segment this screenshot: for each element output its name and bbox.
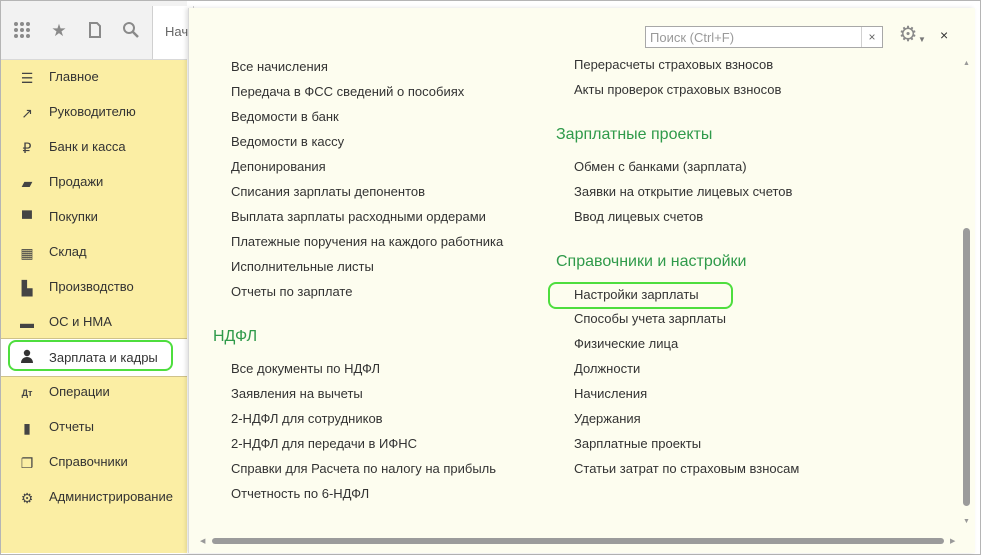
menu-link[interactable]: Депонирования (231, 159, 326, 174)
sidebar-item-operations[interactable]: Дт Операции (1, 375, 187, 410)
sidebar-item-bank[interactable]: ₽ Банк и касса (1, 130, 187, 165)
menu-link[interactable]: Исполнительные листы (231, 259, 374, 274)
search-icon[interactable] (121, 21, 141, 41)
gear-icon: ⚙ (20, 490, 34, 506)
vertical-scrollbar[interactable]: ▲ ▼ (962, 60, 972, 530)
menu-link[interactable]: Обмен с банками (зарплата) (574, 159, 747, 174)
section-title-ndfl: НДФЛ (213, 328, 258, 345)
sidebar-item-purchases[interactable]: ▀ Покупки (1, 200, 187, 235)
settings-gear-icon[interactable]: ⚙ (897, 24, 919, 46)
sidebar-item-label: Отчеты (49, 419, 94, 434)
menu-link[interactable]: Все документы по НДФЛ (231, 361, 380, 376)
sidebar-item-sales[interactable]: ▰ Продажи (1, 165, 187, 200)
menu-link[interactable]: Заявления на вычеты (231, 386, 363, 401)
sidebar-item-label: Операции (49, 384, 110, 399)
menu-link[interactable]: Должности (574, 361, 640, 376)
section-title-salary-projects: Зарплатные проекты (556, 126, 713, 143)
sidebar-item-label: Производство (49, 279, 134, 294)
menu-link[interactable]: Заявки на открытие лицевых счетов (574, 184, 792, 199)
bar-chart-icon: ▮ (23, 420, 31, 436)
menu-link[interactable]: Все начисления (231, 59, 328, 74)
sidebar-item-manager[interactable]: ↗ Руководителю (1, 95, 187, 130)
menu-link[interactable]: 2-НДФЛ для сотрудников (231, 411, 383, 426)
vertical-scroll-thumb[interactable] (963, 228, 970, 506)
chevron-down-icon[interactable]: ▼ (918, 35, 926, 44)
menu-link[interactable]: Отчетность по 6-НДФЛ (231, 486, 369, 501)
menu-link[interactable]: Справки для Расчета по налогу на прибыль (231, 461, 496, 476)
highlight-frame-salary (8, 340, 173, 371)
horizontal-scrollbar[interactable]: ◀ ▶ (200, 536, 960, 546)
menu-link[interactable]: Зарплатные проекты (574, 436, 701, 451)
scroll-up-icon[interactable]: ▲ (963, 60, 970, 67)
apps-grid-icon[interactable] (12, 21, 32, 41)
menu-link[interactable]: Передача в ФСС сведений о пособиях (231, 84, 464, 99)
sidebar-item-label: Справочники (49, 454, 128, 469)
search-box[interactable]: × (645, 26, 883, 48)
menu-link[interactable]: Ведомости в банк (231, 109, 339, 124)
menu-icon: ☰ (20, 70, 34, 86)
menu-link[interactable]: Акты проверок страховых взносов (574, 82, 781, 97)
section-title-settings: Справочники и настройки (556, 253, 747, 270)
menu-link[interactable]: Статьи затрат по страховым взносам (574, 461, 799, 476)
sidebar: ☰ Главное ↗ Руководителю ₽ Банк и касса … (1, 60, 187, 553)
sidebar-item-fixed-assets[interactable]: ▬ ОС и НМА (1, 305, 187, 340)
scroll-right-icon[interactable]: ▶ (950, 537, 955, 545)
sidebar-item-label: Руководителю (49, 104, 136, 119)
trend-icon: ↗ (21, 105, 33, 121)
horizontal-scroll-thumb[interactable] (212, 538, 944, 544)
factory-icon: ▙ (21, 280, 33, 296)
sidebar-item-label: ОС и НМА (49, 314, 112, 329)
sidebar-item-label: Покупки (49, 209, 98, 224)
bag-icon: ▰ (21, 175, 33, 191)
clear-search-button[interactable]: × (861, 27, 882, 47)
close-button[interactable]: × (940, 27, 948, 43)
sidebar-item-main[interactable]: ☰ Главное (1, 60, 187, 95)
menu-link[interactable]: Платежные поручения на каждого работника (231, 234, 503, 249)
sidebar-item-production[interactable]: ▙ Производство (1, 270, 187, 305)
debit-credit-icon: Дт (21, 388, 33, 398)
menu-link[interactable]: Ведомости в кассу (231, 134, 344, 149)
scroll-down-icon[interactable]: ▼ (963, 518, 970, 525)
menu-link[interactable]: Выплата зарплаты расходными ордерами (231, 209, 486, 224)
menu-link[interactable]: Ввод лицевых счетов (574, 209, 703, 224)
sidebar-item-label: Банк и касса (49, 139, 126, 154)
warehouse-icon: ▦ (20, 245, 34, 261)
sidebar-item-label: Продажи (49, 174, 104, 189)
truck-icon: ▬ (20, 315, 34, 331)
menu-link-salary-settings[interactable]: Настройки зарплаты (574, 287, 699, 302)
menu-link[interactable]: Физические лица (574, 336, 678, 351)
scroll-left-icon[interactable]: ◀ (200, 537, 205, 545)
sidebar-item-warehouse[interactable]: ▦ Склад (1, 235, 187, 270)
menu-link[interactable]: Способы учета зарплаты (574, 311, 726, 326)
menu-link[interactable]: Перерасчеты страховых взносов (574, 57, 773, 72)
menu-link[interactable]: 2-НДФЛ для передачи в ИФНС (231, 436, 417, 451)
history-icon[interactable] (85, 21, 105, 41)
star-icon[interactable]: ★ (49, 21, 69, 41)
sidebar-item-reports[interactable]: ▮ Отчеты (1, 410, 187, 445)
menu-link[interactable]: Отчеты по зарплате (231, 284, 352, 299)
cart-icon: ▀ (22, 210, 32, 226)
sidebar-item-catalogs[interactable]: ❐ Справочники (1, 445, 187, 480)
sidebar-item-label: Склад (49, 244, 87, 259)
books-icon: ❐ (20, 455, 34, 471)
menu-link[interactable]: Начисления (574, 386, 647, 401)
ruble-icon: ₽ (22, 140, 32, 156)
menu-link[interactable]: Удержания (574, 411, 641, 426)
sidebar-item-administration[interactable]: ⚙ Администрирование (1, 480, 187, 515)
menu-link[interactable]: Списания зарплаты депонентов (231, 184, 425, 199)
sidebar-item-label: Администрирование (49, 489, 173, 504)
sidebar-item-label: Главное (49, 69, 99, 84)
search-input[interactable] (646, 27, 868, 47)
